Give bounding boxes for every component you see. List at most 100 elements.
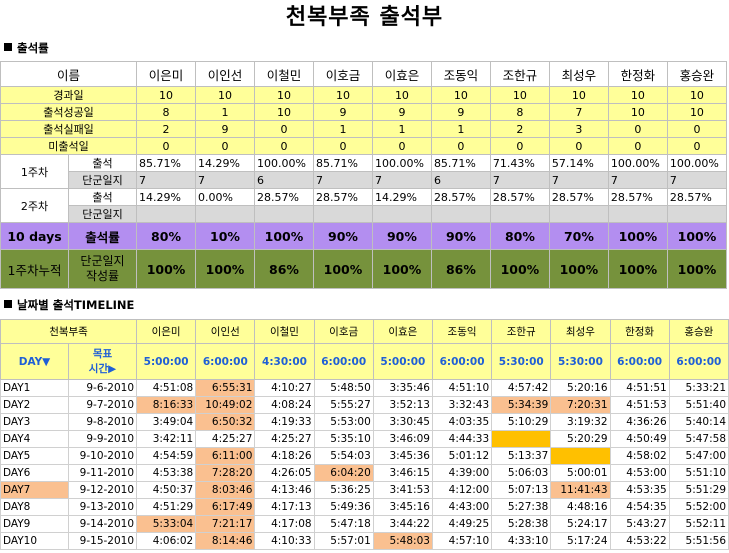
check-in-time-cell[interactable]: 5:51:56 (668, 532, 729, 550)
week-log-cell[interactable]: 6 (253, 171, 314, 189)
summary-value-cell[interactable]: 9 (312, 103, 373, 121)
check-in-time-cell[interactable]: 4:58:02 (609, 447, 670, 465)
summary-value-cell[interactable]: 0 (607, 137, 668, 155)
member-name-header[interactable]: 한정화 (609, 319, 670, 344)
check-in-time-cell[interactable] (550, 447, 611, 465)
check-in-time-cell[interactable]: 7:20:31 (550, 396, 611, 414)
check-in-time-cell[interactable]: 5:53:00 (313, 413, 374, 431)
member-name-header[interactable]: 홍승완 (666, 61, 728, 87)
check-in-time-cell[interactable]: 5:57:01 (313, 532, 374, 550)
member-name-header[interactable]: 이철민 (253, 61, 314, 87)
cumulative-label[interactable]: 1주차누적 (0, 249, 69, 289)
week-log-cell[interactable] (371, 205, 432, 223)
week-log-cell[interactable] (136, 205, 196, 223)
summary-value-cell[interactable]: 1 (430, 120, 491, 138)
week-sub-label[interactable]: 출석 (67, 154, 138, 172)
date-cell[interactable]: 9-14-2010 (67, 515, 138, 533)
summary-value-cell[interactable]: 10 (607, 86, 668, 104)
check-in-time-cell[interactable]: 5:51:10 (668, 464, 729, 482)
check-in-time-cell[interactable]: 4:25:27 (254, 430, 315, 448)
summary-value-cell[interactable]: 10 (430, 86, 491, 104)
summary-value-cell[interactable]: 0 (666, 120, 728, 138)
summary-value-cell[interactable]: 0 (195, 137, 255, 155)
check-in-time-cell[interactable]: 3:45:36 (372, 447, 433, 465)
check-in-time-cell[interactable]: 6:50:32 (195, 413, 256, 431)
summary-value-cell[interactable]: 0 (489, 137, 550, 155)
check-in-time-cell[interactable]: 7:28:20 (195, 464, 256, 482)
date-cell[interactable]: 9-15-2010 (67, 532, 138, 550)
check-in-time-cell[interactable]: 5:13:37 (491, 447, 552, 465)
goal-time-cell[interactable]: 5:30:00 (491, 343, 552, 380)
day-label-cell[interactable]: DAY9 (0, 515, 69, 533)
check-in-time-cell[interactable]: 4:50:49 (609, 430, 670, 448)
check-in-time-cell[interactable]: 4:08:24 (254, 396, 315, 414)
check-in-time-cell[interactable]: 5:20:16 (550, 379, 611, 397)
summary-value-cell[interactable]: 10 (253, 86, 314, 104)
ten-days-rate-cell[interactable]: 90% (371, 222, 432, 250)
check-in-time-cell[interactable]: 4:51:51 (609, 379, 670, 397)
week-sub-label[interactable]: 출석 (67, 188, 138, 206)
week-rate-cell[interactable]: 100.00% (371, 154, 432, 172)
check-in-time-cell[interactable]: 4:57:10 (431, 532, 493, 550)
check-in-time-cell[interactable]: 3:46:09 (372, 430, 433, 448)
check-in-time-cell[interactable]: 5:52:11 (668, 515, 729, 533)
check-in-time-cell[interactable]: 5:47:18 (313, 515, 374, 533)
week-rate-cell[interactable]: 28.57% (666, 188, 728, 206)
week-rate-cell[interactable]: 14.29% (195, 154, 255, 172)
summary-value-cell[interactable]: 10 (666, 103, 728, 121)
summary-value-cell[interactable]: 0 (430, 137, 491, 155)
check-in-time-cell[interactable]: 8:14:46 (195, 532, 256, 550)
check-in-time-cell[interactable]: 5:07:13 (491, 481, 552, 499)
cumulative-rate-cell[interactable]: 100% (489, 249, 550, 289)
goal-time-cell[interactable]: 6:00:00 (431, 343, 493, 380)
ten-days-rate-cell[interactable]: 80% (489, 222, 550, 250)
check-in-time-cell[interactable]: 5:33:21 (668, 379, 729, 397)
ten-days-rate-cell[interactable]: 70% (548, 222, 609, 250)
check-in-time-cell[interactable]: 5:01:12 (431, 447, 493, 465)
check-in-time-cell[interactable]: 5:10:29 (491, 413, 552, 431)
summary-value-cell[interactable]: 0 (371, 137, 432, 155)
check-in-time-cell[interactable]: 5:27:38 (491, 498, 552, 516)
goal-time-cell[interactable]: 6:00:00 (609, 343, 670, 380)
date-cell[interactable]: 9-7-2010 (67, 396, 138, 414)
week-log-cell[interactable]: 7 (312, 171, 373, 189)
summary-value-cell[interactable]: 10 (548, 86, 609, 104)
week-log-cell[interactable] (489, 205, 550, 223)
check-in-time-cell[interactable]: 4:51:53 (609, 396, 670, 414)
summary-value-cell[interactable]: 0 (253, 120, 314, 138)
week-log-cell[interactable]: 7 (195, 171, 255, 189)
check-in-time-cell[interactable]: 3:30:45 (372, 413, 433, 431)
date-cell[interactable]: 9-11-2010 (67, 464, 138, 482)
check-in-time-cell[interactable]: 8:16:33 (136, 396, 197, 414)
week-rate-cell[interactable]: 85.71% (136, 154, 196, 172)
check-in-time-cell[interactable]: 4:03:35 (431, 413, 493, 431)
week-rate-cell[interactable]: 28.57% (607, 188, 668, 206)
check-in-time-cell[interactable]: 4:13:46 (254, 481, 315, 499)
day-label-cell[interactable]: DAY1 (0, 379, 69, 397)
summary-value-cell[interactable]: 1 (195, 103, 255, 121)
summary-value-cell[interactable]: 8 (136, 103, 196, 121)
member-name-header[interactable]: 이철민 (254, 319, 315, 344)
check-in-time-cell[interactable]: 5:51:29 (668, 481, 729, 499)
cumulative-rate-cell[interactable]: 86% (253, 249, 314, 289)
check-in-time-cell[interactable]: 3:19:32 (550, 413, 611, 431)
week-rate-cell[interactable]: 28.57% (312, 188, 373, 206)
check-in-time-cell[interactable]: 4:10:27 (254, 379, 315, 397)
check-in-time-cell[interactable]: 3:45:16 (372, 498, 433, 516)
cumulative-rate-cell[interactable]: 100% (195, 249, 255, 289)
date-cell[interactable]: 9-9-2010 (67, 430, 138, 448)
check-in-time-cell[interactable]: 6:11:00 (195, 447, 256, 465)
member-name-header[interactable]: 조동익 (430, 61, 491, 87)
week-rate-cell[interactable]: 28.57% (253, 188, 314, 206)
check-in-time-cell[interactable]: 5:52:00 (668, 498, 729, 516)
week-log-cell[interactable]: 7 (136, 171, 196, 189)
week-log-cell[interactable]: 7 (666, 171, 728, 189)
check-in-time-cell[interactable]: 5:36:25 (313, 481, 374, 499)
ten-days-rate-cell[interactable]: 90% (312, 222, 373, 250)
summary-value-cell[interactable]: 10 (371, 86, 432, 104)
date-cell[interactable]: 9-13-2010 (67, 498, 138, 516)
summary-label-cell[interactable]: 출석실패일 (0, 120, 138, 138)
name-header-cell[interactable]: 이름 (0, 61, 138, 87)
summary-value-cell[interactable]: 0 (548, 137, 609, 155)
check-in-time-cell[interactable]: 5:54:03 (313, 447, 374, 465)
